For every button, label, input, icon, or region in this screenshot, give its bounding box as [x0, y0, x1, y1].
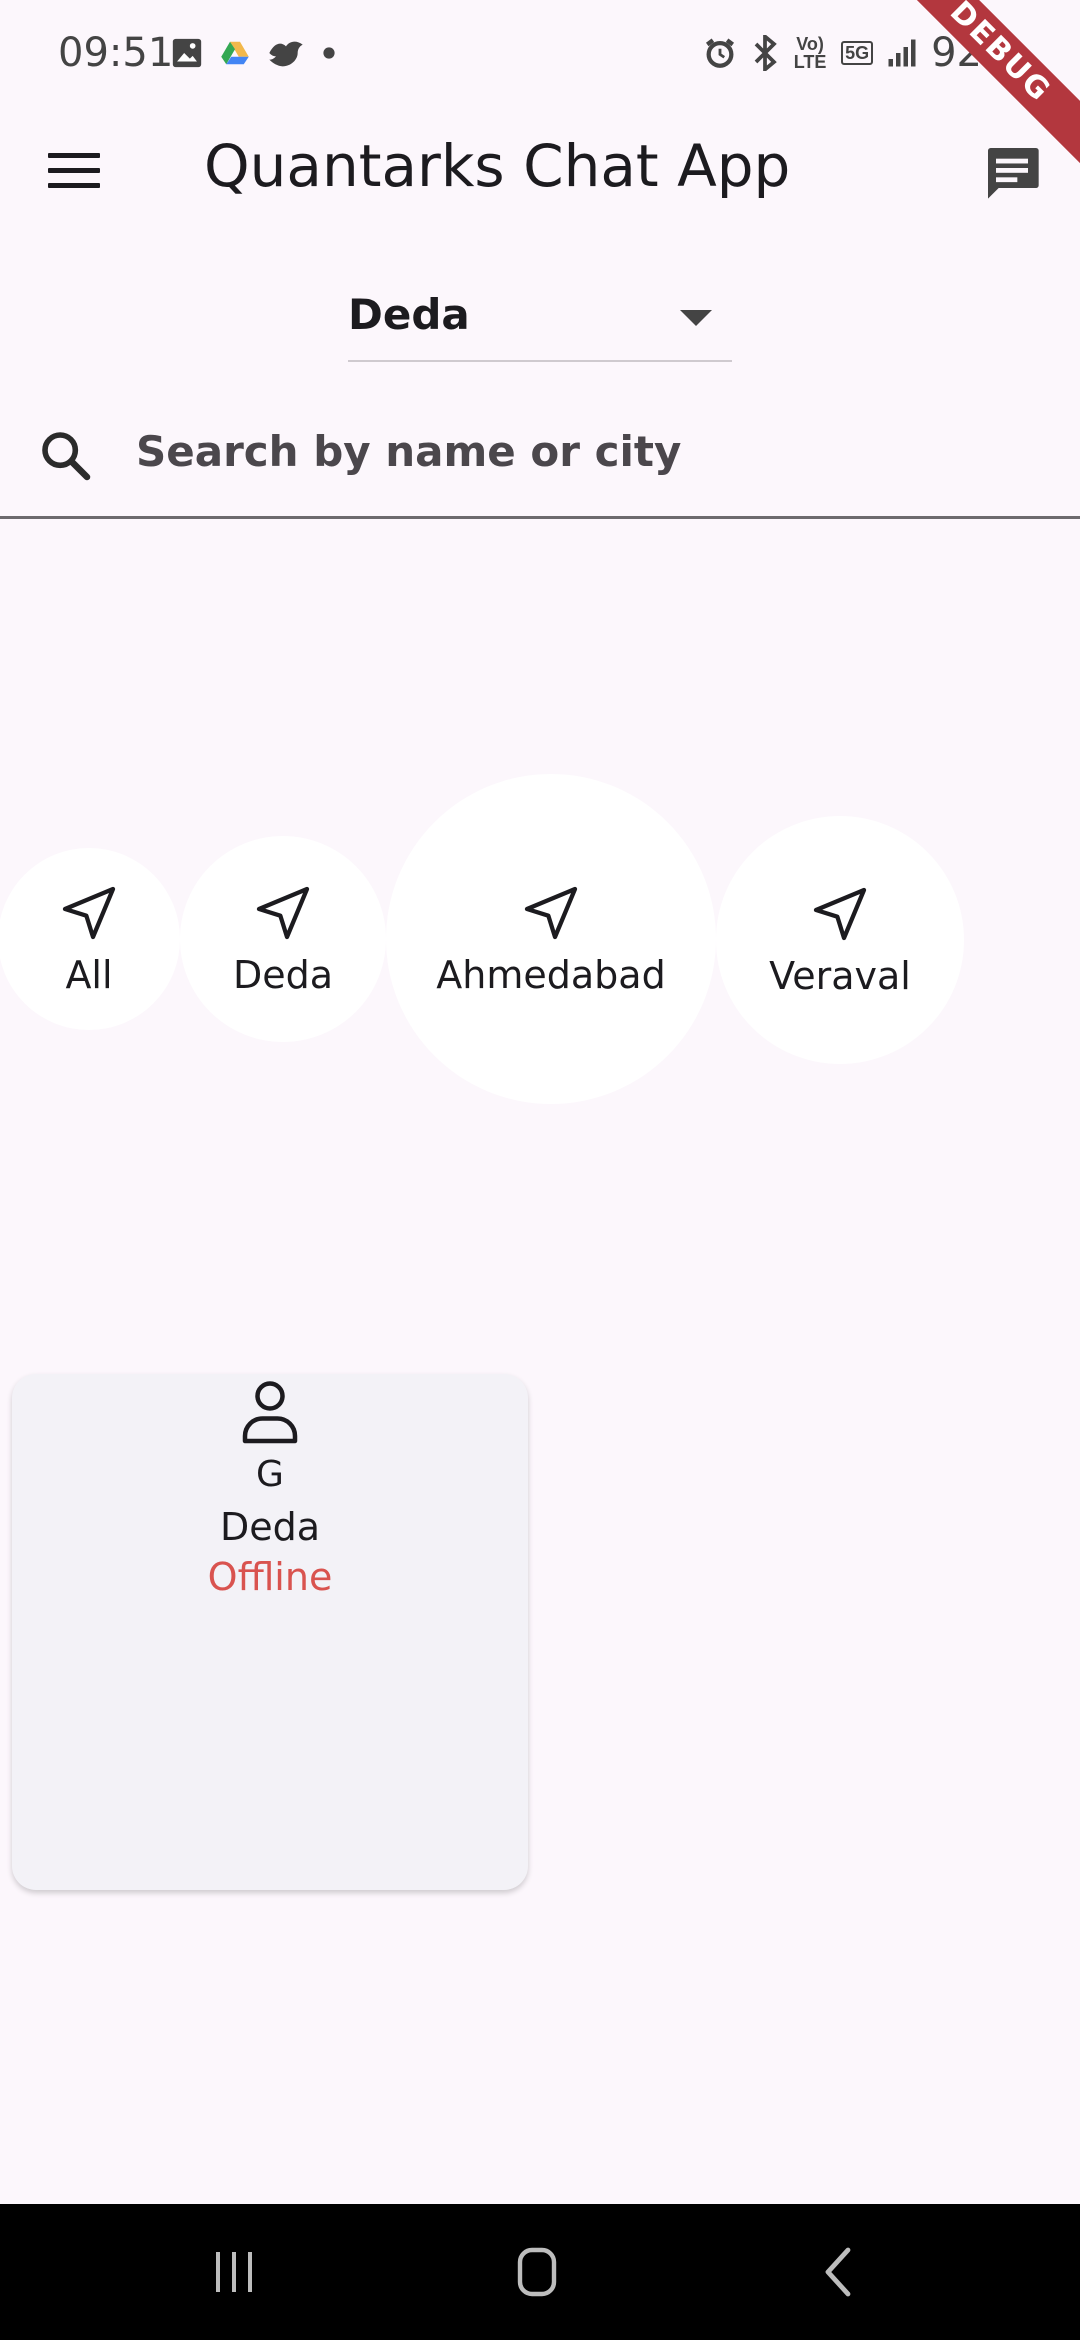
home-button[interactable] [496, 2242, 576, 2302]
navigation-icon [256, 886, 310, 940]
dropdown-arrow-icon [680, 310, 712, 326]
chat-icon [988, 148, 1039, 199]
chat-button[interactable] [980, 140, 1044, 204]
user-card[interactable]: G Deda Offline [12, 1374, 528, 1890]
status-notification-icons [170, 36, 336, 70]
system-nav-bar [0, 2204, 1080, 2340]
user-initial: G [256, 1454, 284, 1495]
network-type-label: 5G [841, 41, 874, 65]
alarm-icon [706, 38, 735, 68]
bluetooth-icon [754, 35, 777, 71]
search-input[interactable] [134, 410, 1038, 492]
status-time: 09:51 [58, 30, 174, 76]
city-dropdown[interactable]: Deda [348, 280, 732, 362]
recent-apps-icon [216, 2252, 252, 2292]
back-icon [825, 2247, 851, 2297]
status-bar: 09:51 Vo) LTE 5G 92% [0, 0, 1080, 110]
city-label: Deda [232, 953, 334, 997]
city-label: All [65, 953, 113, 997]
dropdown-selected-value: Deda [348, 290, 470, 339]
menu-icon-line [48, 182, 100, 188]
city-label: Veraval [769, 954, 911, 998]
back-button[interactable] [800, 2242, 880, 2302]
menu-icon-line [48, 167, 100, 173]
city-label: Ahmedabad [436, 953, 666, 997]
navigation-icon [813, 887, 867, 941]
page-title: Quantarks Chat App [204, 132, 791, 200]
recent-apps-button[interactable] [194, 2242, 274, 2302]
menu-icon-line [48, 152, 100, 158]
city-filter-ahmedabad[interactable]: Ahmedabad [386, 774, 716, 1104]
volte-label: Vo) LTE [793, 34, 827, 72]
dot-icon [323, 47, 335, 59]
drive-icon [221, 41, 249, 65]
person-icon [242, 1381, 298, 1444]
navigation-icon [62, 886, 116, 940]
bird-icon [269, 41, 303, 67]
screen: 09:51 Vo) LTE 5G 92% DEBUG Quantarks Cha… [0, 0, 1080, 2340]
city-filter-deda[interactable]: Deda [180, 836, 386, 1042]
menu-button[interactable] [48, 140, 108, 200]
image-icon [172, 38, 202, 68]
app-bar: Quantarks Chat App [0, 120, 1080, 220]
user-status: Offline [207, 1555, 333, 1599]
user-card-content: G Deda Offline [12, 1374, 528, 1599]
search-bar [0, 390, 1080, 519]
navigation-icon [524, 886, 578, 940]
signal-icon [888, 39, 916, 67]
city-filter-all[interactable]: All [0, 848, 180, 1030]
user-city: Deda [219, 1505, 321, 1549]
home-icon [517, 2247, 557, 2297]
city-filter-veraval[interactable]: Veraval [716, 816, 964, 1064]
search-icon [42, 432, 91, 481]
